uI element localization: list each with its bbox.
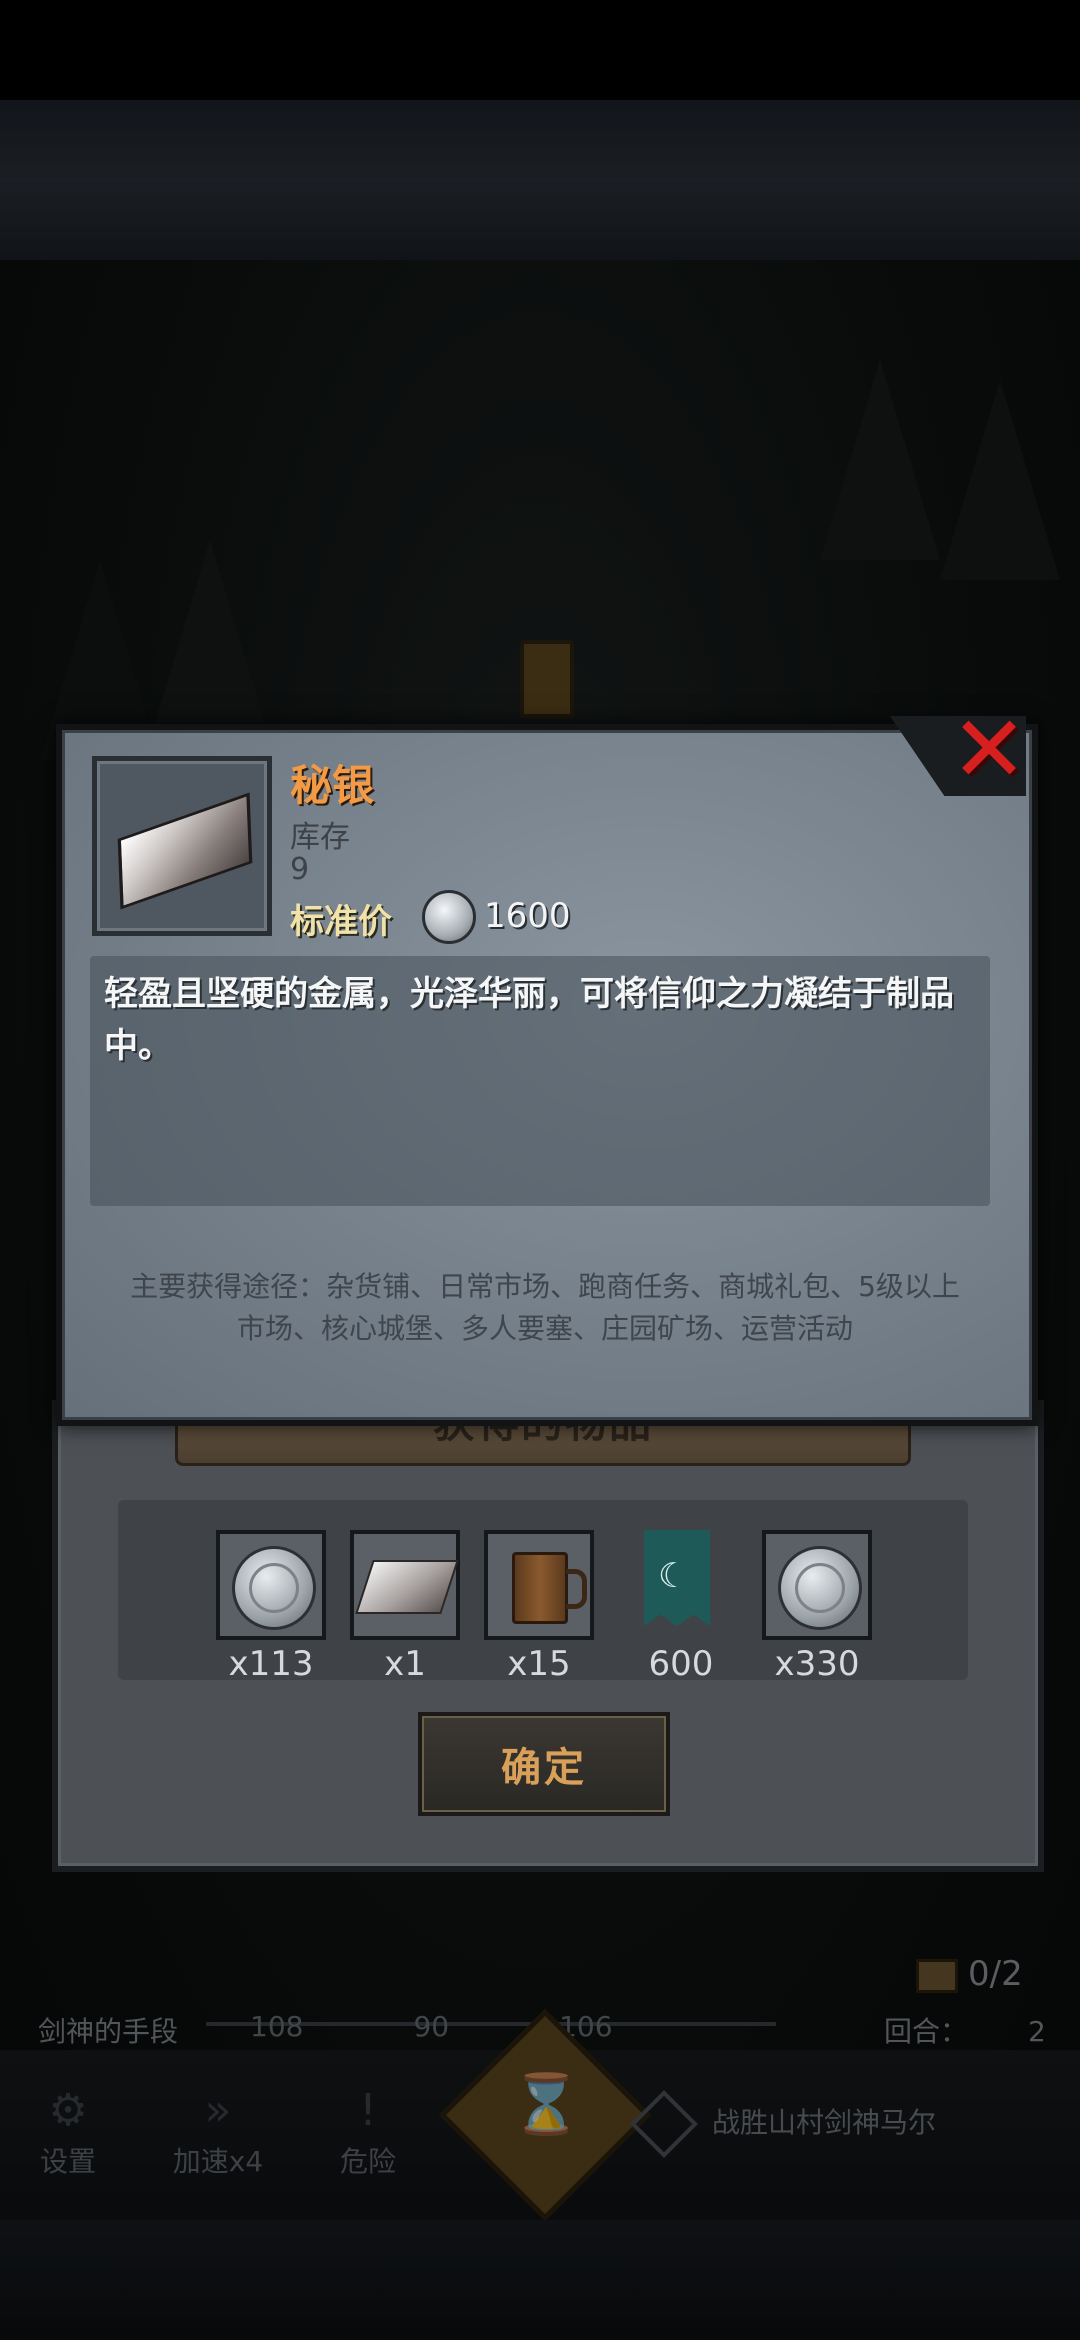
silver-coin-icon: [778, 1546, 862, 1630]
wooden-mug-icon: [512, 1552, 587, 1624]
reward-qty: x15: [507, 1644, 571, 1684]
reward-slot: [762, 1530, 872, 1640]
mithril-ingot-icon: [355, 1560, 459, 1614]
faith-banner-icon: ☾: [644, 1530, 710, 1626]
reward-qty: x330: [774, 1644, 860, 1684]
reward-item[interactable]: x330: [762, 1530, 872, 1684]
reward-slot: [484, 1530, 594, 1640]
stock-value: 9: [290, 852, 310, 887]
item-description: 轻盈且坚硬的金属，光泽华丽，可将信仰之力凝结于制品中。: [104, 974, 954, 1066]
silver-coin-icon: [232, 1546, 316, 1630]
reward-slot: ☾: [626, 1530, 728, 1632]
reward-qty: x1: [384, 1644, 426, 1684]
acquisition-sources: 主要获得途径：杂货铺、日常市场、跑商任务、商城礼包、5级以上市场、核心城堡、多人…: [130, 1270, 960, 1345]
confirm-button[interactable]: 确定: [418, 1712, 670, 1816]
silver-coin-icon: [422, 890, 476, 944]
reward-item[interactable]: ☾ 600: [626, 1530, 736, 1684]
reward-slot: [216, 1530, 326, 1640]
reward-qty: x113: [228, 1644, 314, 1684]
mithril-ingot-icon: [117, 792, 253, 910]
reward-item[interactable]: x113: [216, 1530, 326, 1684]
item-icon-frame: [92, 756, 272, 936]
reward-slot: [350, 1530, 460, 1640]
close-icon[interactable]: ✕: [948, 704, 1030, 796]
price-value: 1600: [484, 896, 571, 936]
price-label: 标准价: [290, 902, 392, 942]
reward-qty: 600: [648, 1644, 714, 1684]
reward-item[interactable]: x1: [350, 1530, 460, 1684]
item-name: 秘银: [290, 761, 375, 810]
reward-item[interactable]: x15: [484, 1530, 594, 1684]
stock-label: 库存: [290, 820, 350, 855]
